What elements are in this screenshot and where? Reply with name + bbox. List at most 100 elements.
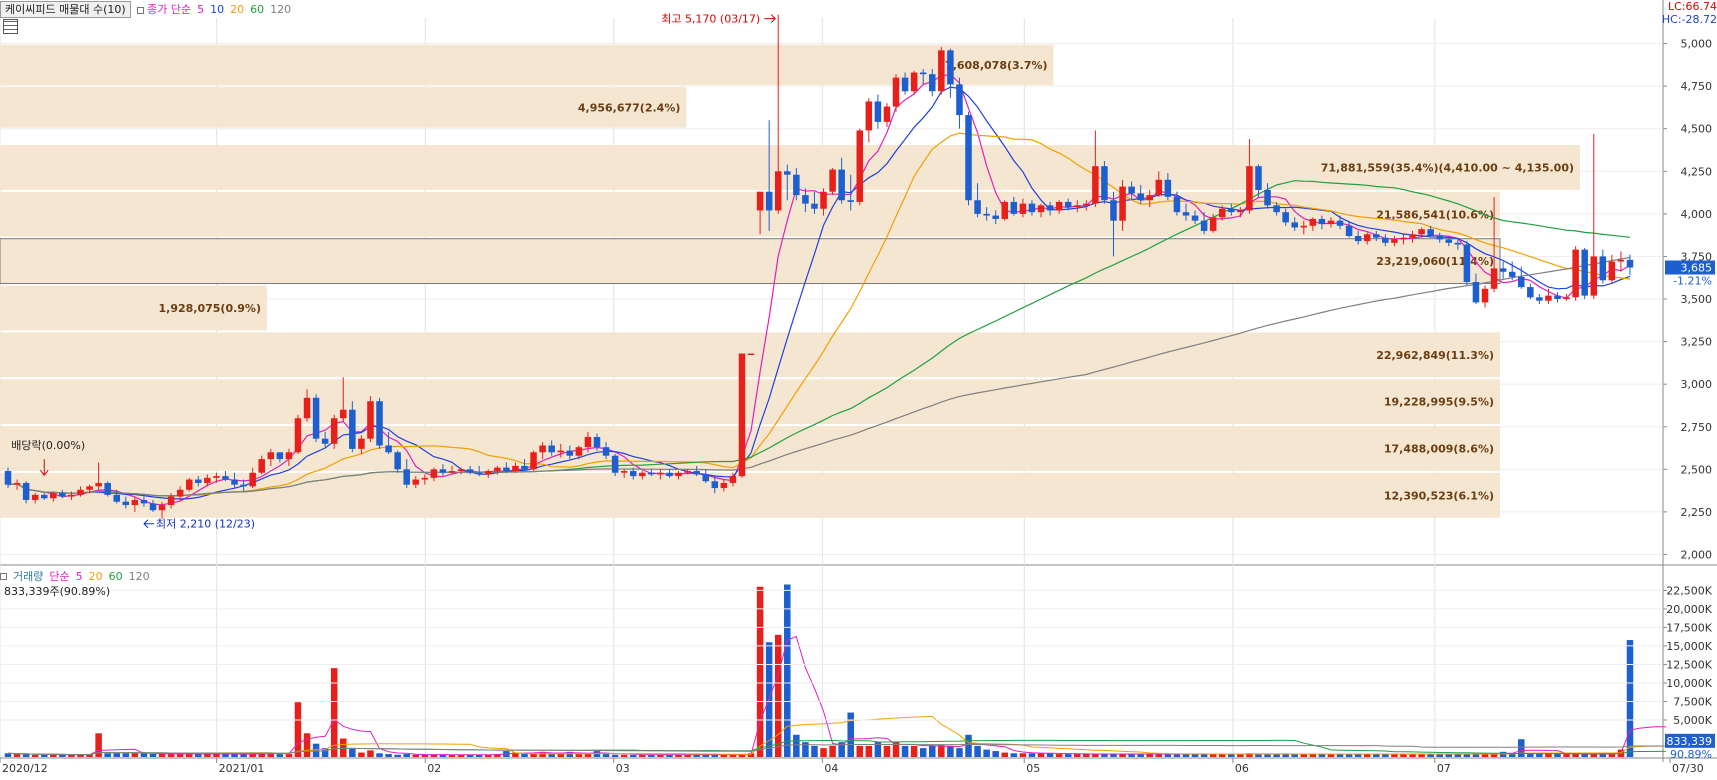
candle-body (231, 479, 238, 485)
volume-legend: 거래량 단순 5 20 60 120 (0, 568, 150, 584)
candle-body (1119, 186, 1126, 221)
volume-ma-20[interactable]: 20 (89, 570, 103, 583)
candle-body (611, 455, 619, 473)
candle-body (1527, 287, 1534, 298)
candle-body (258, 459, 265, 473)
candle-body (403, 469, 410, 485)
current-price-change: -1.21% (1673, 275, 1712, 288)
candle-body (1137, 193, 1144, 201)
candle-body (195, 479, 202, 483)
volume-tick-label: 20,000K (1666, 603, 1712, 616)
candle (530, 450, 537, 472)
volume-tick-label: 17,500K (1666, 621, 1712, 634)
candle-body (1228, 208, 1235, 213)
candle-body (1073, 205, 1081, 208)
candle-body (149, 503, 157, 511)
candle (376, 397, 383, 449)
candle-body (1427, 229, 1434, 236)
date-tick-label: 2021/01 (219, 762, 265, 775)
candle-body (285, 452, 293, 460)
candle-body (1536, 297, 1543, 301)
table-view-icon[interactable] (3, 19, 18, 34)
volume-bar (919, 748, 927, 757)
price-tick-label: 4,500 (1681, 123, 1713, 136)
candle-body (693, 471, 700, 475)
candle (330, 414, 338, 449)
volume-bar (367, 750, 374, 757)
volume-bar (158, 754, 166, 757)
volume-bar (883, 745, 891, 757)
candle-body (503, 467, 510, 472)
price-tick-label: 2,250 (1681, 506, 1713, 519)
ma-period-5[interactable]: 5 (197, 3, 204, 16)
volume-bar (421, 754, 429, 757)
volume-bar (1046, 753, 1054, 757)
volume-profile-label: 12,390,523(6.1%) (1384, 489, 1494, 502)
candle-body (50, 493, 57, 499)
candle-body (1373, 234, 1380, 238)
date-tick-label: 04 (824, 762, 838, 775)
candle-body (521, 465, 528, 470)
volume-profile-label: 4,956,677(2.4%) (578, 101, 681, 114)
volume-bar (974, 745, 981, 757)
volume-bar (811, 745, 818, 757)
stock-chart[interactable]: 2,000 2,250 2,500 2,750 3,000 3,250 3,500 3,750… (0, 0, 1717, 777)
candle (1463, 241, 1471, 286)
volume-title[interactable]: 거래량 (13, 568, 43, 584)
volume-bar (195, 754, 202, 757)
legend-item[interactable]: 종가 단순 (136, 1, 191, 17)
volume-bar (584, 754, 592, 757)
candle-body (1291, 222, 1298, 228)
volume-bar (1019, 753, 1027, 757)
current-volume-pct: 90.89% (1670, 748, 1712, 761)
candle-body (1418, 229, 1425, 235)
candle-body (793, 174, 800, 196)
candle-body (1019, 203, 1027, 214)
volume-ma-60[interactable]: 60 (109, 570, 123, 583)
candle-body (457, 469, 465, 472)
ma-period-120[interactable]: 120 (270, 3, 291, 16)
volume-ma-5[interactable]: 5 (76, 570, 83, 583)
volume-tick-label: 22,500K (1666, 584, 1712, 597)
date-tick-label: 2020/12 (2, 762, 48, 775)
candle (185, 477, 193, 492)
volume-tick-label: 15,000K (1666, 640, 1712, 653)
candle-body (992, 215, 999, 219)
volume-ma-120[interactable]: 120 (129, 570, 150, 583)
candle (294, 414, 302, 454)
volume-bar (1010, 753, 1018, 757)
candle (104, 481, 111, 497)
candle-body (448, 471, 456, 473)
volume-profile-indicator-box[interactable]: 케이씨피드 매물대 수(10) (0, 0, 131, 18)
candle-body (412, 479, 420, 485)
volume-bar (901, 745, 909, 757)
candle-body (666, 472, 673, 477)
candle-body (1581, 249, 1588, 296)
volume-bar (294, 702, 302, 757)
date-tick-label: 07/30 (1672, 762, 1704, 775)
candle-body (1617, 259, 1625, 262)
candle-body (1237, 210, 1244, 213)
ma-period-20[interactable]: 20 (230, 3, 244, 16)
candle-body (802, 195, 809, 204)
candle-body (548, 445, 555, 453)
candle-body (1110, 200, 1117, 221)
candle (892, 74, 900, 112)
candle-body (1518, 276, 1525, 288)
volume-bar (602, 754, 610, 757)
lc-label: LC:66.74 (1667, 0, 1717, 13)
candle-body (185, 479, 193, 490)
volume-bar (629, 754, 637, 757)
volume-bar (204, 754, 211, 757)
candle-body (1391, 239, 1398, 243)
volume-bar (1083, 754, 1090, 757)
volume-bar (611, 754, 619, 757)
ma-period-10[interactable]: 10 (210, 3, 224, 16)
chart-svg[interactable]: 2,0002,2502,5002,7503,0003,2503,5003,750… (0, 0, 1717, 777)
volume-ma-line-5 (7, 635, 1667, 756)
volume-info: 833,339주(90.89%) (4, 585, 111, 598)
candle (1581, 247, 1588, 300)
candle-body (956, 84, 963, 116)
ma-period-60[interactable]: 60 (250, 3, 264, 16)
candle-body (22, 482, 30, 500)
